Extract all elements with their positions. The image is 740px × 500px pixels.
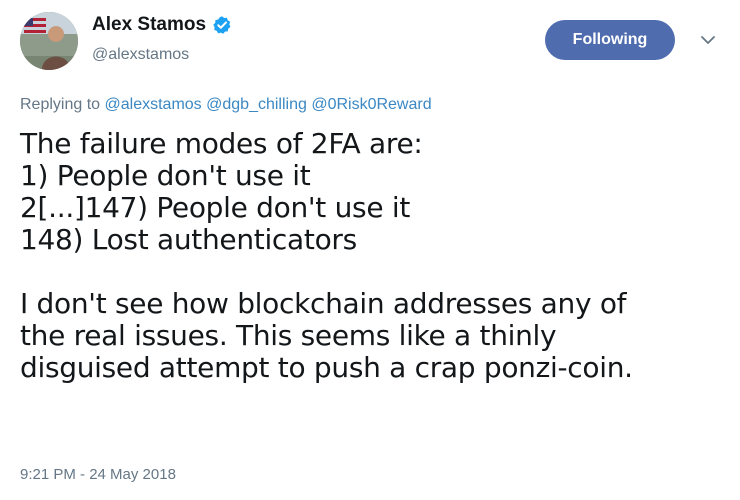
mention-link[interactable]: @alexstamos (105, 96, 202, 113)
replying-to: Replying to @alexstamos @dgb_chilling @0… (20, 96, 432, 114)
following-button[interactable]: Following (545, 20, 675, 60)
avatar-image (20, 12, 78, 70)
tweet-text-line: 2[...]147) People don't use it (20, 191, 411, 224)
tweet-text-line: I don't see how blockchain addresses any… (20, 287, 627, 320)
mention-link[interactable]: @0Risk0Reward (311, 96, 431, 113)
verified-badge-icon (213, 16, 231, 34)
tweet-text-line: The failure modes of 2FA are: (20, 127, 423, 160)
tweet-card: Alex Stamos @alexstamos Following Replyi… (0, 0, 740, 500)
tweet-text: The failure modes of 2FA are: 1) People … (20, 128, 735, 384)
display-name-text[interactable]: Alex Stamos (92, 14, 206, 36)
chevron-down-icon[interactable] (700, 32, 716, 48)
tweet-text-line: the real issues. This seems like a thinl… (20, 319, 557, 352)
tweet-text-line: 1) People don't use it (20, 159, 311, 192)
tweet-text-line: 148) Lost authenticators (20, 223, 357, 256)
display-name[interactable]: Alex Stamos (92, 14, 232, 36)
replying-to-label: Replying to (20, 96, 101, 113)
timestamp[interactable]: 9:21 PM - 24 May 2018 (20, 466, 176, 483)
avatar[interactable] (20, 12, 78, 70)
mention-link[interactable]: @dgb_chilling (206, 96, 307, 113)
tweet-text-line: disguised attempt to push a crap ponzi-c… (20, 351, 633, 384)
author-handle[interactable]: @alexstamos (92, 46, 189, 64)
